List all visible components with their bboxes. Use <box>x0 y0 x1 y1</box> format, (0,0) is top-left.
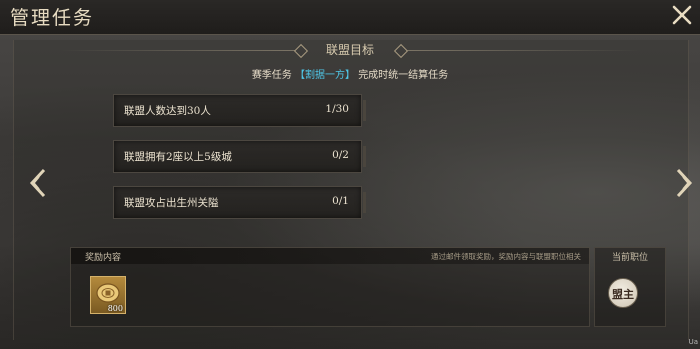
task-row: 联盟拥有2座以上5级城 0/2 <box>113 140 366 173</box>
subtitle-prefix: 赛季任务 <box>251 70 292 81</box>
title-bar: 管理任务 <box>0 0 700 35</box>
item-quantity: 800 <box>107 304 123 313</box>
task-row: 联盟攻占出生州关隘 0/1 <box>113 186 366 219</box>
task-progress: 0/2 <box>332 149 349 161</box>
role-panel: 当前职位 盟主 <box>594 247 666 327</box>
task-edge-decoration <box>363 192 366 213</box>
task-name: 联盟人数达到30人 <box>124 105 211 117</box>
reward-panel: 奖励内容 通过邮件领取奖励，奖励内容与联盟职位相关 800 <box>70 247 590 327</box>
reward-item-slot[interactable]: 800 <box>90 276 126 314</box>
season-name-link[interactable]: 【割据一方】 <box>295 70 355 81</box>
role-badge-text: 盟主 <box>612 288 634 301</box>
next-page-arrow-icon[interactable] <box>672 168 694 198</box>
window-title: 管理任务 <box>10 7 95 29</box>
task-row: 联盟人数达到30人 1/30 <box>113 94 366 127</box>
task-progress: 0/1 <box>332 195 349 207</box>
task-edge-decoration <box>363 146 366 167</box>
close-icon[interactable] <box>670 3 694 27</box>
task-progress: 1/30 <box>325 103 349 115</box>
task-edge-decoration <box>363 100 366 121</box>
previous-page-arrow-icon[interactable] <box>28 168 50 198</box>
subtitle-suffix: 完成时统一结算任务 <box>358 70 449 81</box>
task-name: 联盟攻占出生州关隘 <box>124 197 219 209</box>
role-label: 当前职位 <box>611 253 648 263</box>
season-task-description: 赛季任务 【割据一方】 完成时统一结算任务 <box>0 66 700 81</box>
reward-header: 奖励内容 通过邮件领取奖励，奖励内容与联盟职位相关 <box>71 248 589 264</box>
corner-tag: Ua <box>688 338 698 346</box>
reward-label: 奖励内容 <box>85 253 122 263</box>
task-name: 联盟拥有2座以上5级城 <box>124 151 232 163</box>
role-badge: 盟主 <box>608 278 638 308</box>
section-divider-right <box>406 50 641 51</box>
reward-note: 通过邮件领取奖励，奖励内容与联盟职位相关 <box>431 252 581 261</box>
